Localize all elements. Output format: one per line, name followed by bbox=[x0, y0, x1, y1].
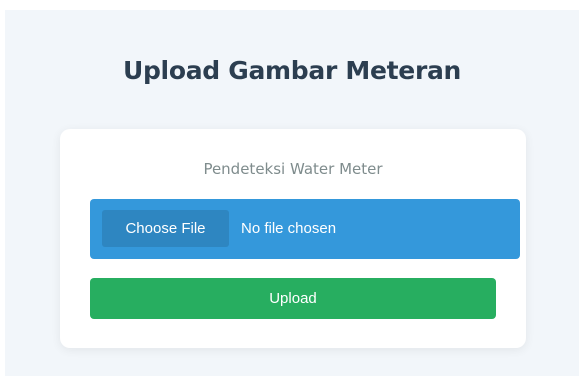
upload-card: Pendeteksi Water Meter Choose File No fi… bbox=[60, 129, 526, 348]
choose-file-button[interactable]: Choose File bbox=[102, 210, 229, 247]
file-status-text: No file chosen bbox=[241, 220, 337, 237]
upload-button[interactable]: Upload bbox=[90, 278, 496, 319]
file-input[interactable]: Choose File No file chosen bbox=[90, 199, 520, 259]
page-title: Upload Gambar Meteran bbox=[122, 56, 462, 85]
card-subtitle: Pendeteksi Water Meter bbox=[203, 160, 383, 178]
